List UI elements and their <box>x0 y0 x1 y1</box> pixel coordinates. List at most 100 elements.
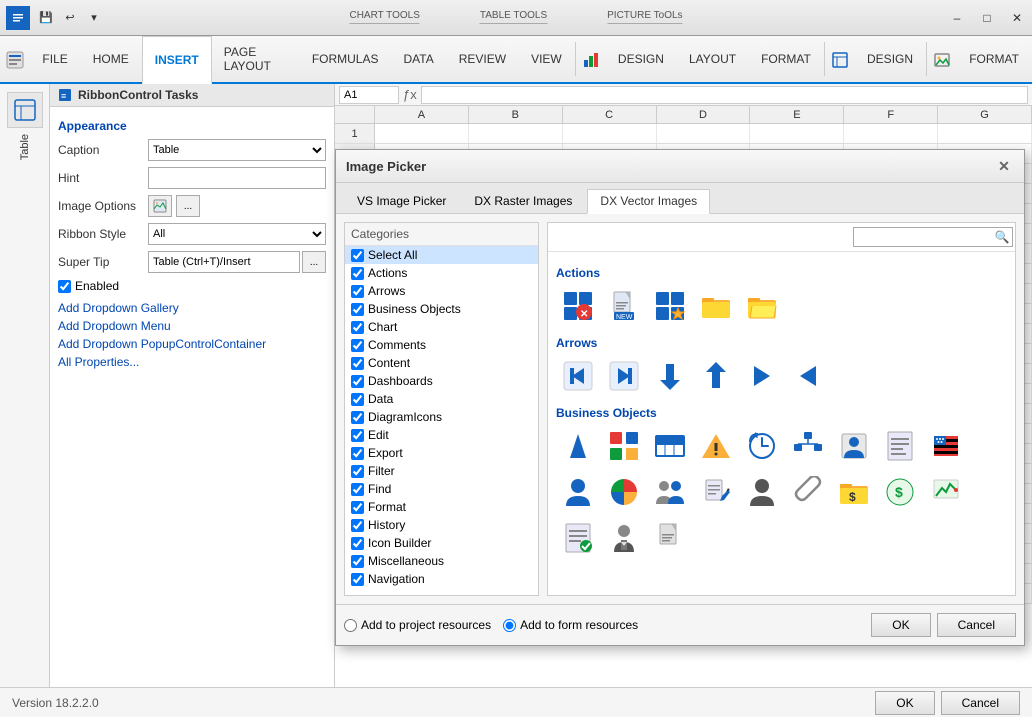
close-button[interactable]: ✕ <box>1002 0 1032 36</box>
cat-filter[interactable]: Filter <box>345 462 538 480</box>
cat-chart[interactable]: Chart <box>345 318 538 336</box>
icon-bo-user-blue[interactable] <box>556 470 600 514</box>
cat-data[interactable]: Data <box>345 390 538 408</box>
tab-format-chart[interactable]: FORMAT <box>749 36 824 82</box>
caption-select[interactable]: Table <box>148 139 326 161</box>
icon-bo-warning[interactable] <box>694 424 738 468</box>
icon-bo-edit-pencil[interactable] <box>694 470 738 514</box>
tab-dx-vector-images[interactable]: DX Vector Images <box>587 189 710 214</box>
main-ok-button[interactable]: OK <box>875 691 934 715</box>
cat-business-objects[interactable]: Business Objects <box>345 300 538 318</box>
cat-icon-builder[interactable]: Icon Builder <box>345 534 538 552</box>
icon-bo-user-suit[interactable] <box>602 516 646 560</box>
icon-folder-yellow[interactable] <box>694 284 738 328</box>
super-tip-input[interactable] <box>148 251 300 273</box>
cat-export[interactable]: Export <box>345 444 538 462</box>
cell-e1[interactable] <box>750 124 844 143</box>
icon-bo-user-dark[interactable] <box>740 470 784 514</box>
icon-bo-flag-usa[interactable] <box>924 424 968 468</box>
cat-select-all[interactable]: Select All <box>345 246 538 264</box>
icon-bo-contact[interactable] <box>832 424 876 468</box>
enabled-checkbox[interactable] <box>58 280 71 293</box>
icon-bo-chart-green[interactable] <box>924 470 968 514</box>
cat-checkbox-comments[interactable] <box>351 339 364 352</box>
cat-checkbox-export[interactable] <box>351 447 364 460</box>
add-dropdown-menu-link[interactable]: Add Dropdown Menu <box>58 319 326 333</box>
icon-arrow-prev[interactable] <box>556 354 600 398</box>
cat-edit[interactable]: Edit <box>345 426 538 444</box>
tab-dx-raster-images[interactable]: DX Raster Images <box>461 189 585 213</box>
qa-dropdown[interactable]: ▾ <box>84 8 104 28</box>
icon-bo-history[interactable] <box>740 424 784 468</box>
cat-checkbox-business-objects[interactable] <box>351 303 364 316</box>
cell-c1[interactable] <box>563 124 657 143</box>
icon-bo-document-lines[interactable] <box>878 424 922 468</box>
cell-a1[interactable] <box>375 124 469 143</box>
tab-page-layout[interactable]: PAGE LAYOUT <box>212 36 300 82</box>
tab-table-design[interactable]: DESIGN <box>855 36 926 82</box>
cat-arrows[interactable]: Arrows <box>345 282 538 300</box>
icon-bo-paperclip[interactable] <box>786 470 830 514</box>
tab-picture-format[interactable]: FORMAT <box>957 36 1032 82</box>
cat-find[interactable]: Find <box>345 480 538 498</box>
cat-miscellaneous[interactable]: Miscellaneous <box>345 552 538 570</box>
ribbon-home-icon[interactable] <box>0 36 30 84</box>
dialog-close-button[interactable]: ✕ <box>994 156 1014 176</box>
cat-checkbox-history[interactable] <box>351 519 364 532</box>
icon-grid-star[interactable] <box>648 284 692 328</box>
icon-bo-document-check[interactable] <box>556 516 600 560</box>
tab-layout[interactable]: LAYOUT <box>677 36 749 82</box>
icon-document-blank[interactable]: NEW <box>602 284 646 328</box>
cat-checkbox-filter[interactable] <box>351 465 364 478</box>
icon-bo-arrow-up[interactable] <box>556 424 600 468</box>
cat-checkbox-chart[interactable] <box>351 321 364 334</box>
cat-checkbox-find[interactable] <box>351 483 364 496</box>
cat-checkbox-format[interactable] <box>351 501 364 514</box>
radio-project-resources[interactable]: Add to project resources <box>344 618 491 632</box>
cell-g1[interactable] <box>938 124 1032 143</box>
icon-bo-org-chart[interactable] <box>786 424 830 468</box>
add-dropdown-popup-link[interactable]: Add Dropdown PopupControlContainer <box>58 337 326 351</box>
qa-save[interactable]: 💾 <box>36 8 56 28</box>
all-properties-link[interactable]: All Properties... <box>58 355 326 369</box>
hint-input[interactable] <box>148 167 326 189</box>
tab-formulas[interactable]: FORMULAS <box>300 36 392 82</box>
cat-history[interactable]: History <box>345 516 538 534</box>
cat-dashboards[interactable]: Dashboards <box>345 372 538 390</box>
main-cancel-button[interactable]: Cancel <box>941 691 1020 715</box>
cat-checkbox-navigation[interactable] <box>351 573 364 586</box>
tab-design[interactable]: DESIGN <box>606 36 677 82</box>
super-tip-more-btn[interactable]: ... <box>302 251 326 273</box>
table-button[interactable] <box>7 92 43 128</box>
icon-bo-document-gray[interactable] <box>648 516 692 560</box>
cat-actions[interactable]: Actions <box>345 264 538 282</box>
tab-file[interactable]: FILE <box>30 36 80 82</box>
tab-vs-image-picker[interactable]: VS Image Picker <box>344 189 459 213</box>
cat-checkbox-data[interactable] <box>351 393 364 406</box>
search-icon[interactable]: 🔍 <box>993 228 1011 246</box>
icon-arrow-next[interactable] <box>602 354 646 398</box>
cat-checkbox-arrows[interactable] <box>351 285 364 298</box>
icon-arrow-down-blue[interactable] <box>648 354 692 398</box>
image-options-icon-btn[interactable] <box>148 195 172 217</box>
radio-form-resources[interactable]: Add to form resources <box>503 618 638 632</box>
formula-input[interactable] <box>421 86 1028 104</box>
cat-checkbox-select-all[interactable] <box>351 249 364 262</box>
cat-diagramicons[interactable]: DiagramIcons <box>345 408 538 426</box>
icon-bo-dollar-badge[interactable]: $ <box>878 470 922 514</box>
image-options-more-btn[interactable]: ... <box>176 195 200 217</box>
icon-folder-open[interactable] <box>740 284 784 328</box>
add-dropdown-gallery-link[interactable]: Add Dropdown Gallery <box>58 301 326 315</box>
ribbon-style-select[interactable]: All <box>148 223 326 245</box>
icon-bo-grid-multi[interactable] <box>602 424 646 468</box>
cat-checkbox-miscellaneous[interactable] <box>351 555 364 568</box>
minimize-button[interactable]: – <box>942 0 972 36</box>
cat-checkbox-content[interactable] <box>351 357 364 370</box>
cat-checkbox-icon-builder[interactable] <box>351 537 364 550</box>
dialog-cancel-button[interactable]: Cancel <box>937 613 1016 637</box>
radio-form-resources-input[interactable] <box>503 619 516 632</box>
tab-review[interactable]: REVIEW <box>447 36 519 82</box>
cat-checkbox-edit[interactable] <box>351 429 364 442</box>
cell-reference-input[interactable] <box>339 86 399 104</box>
icon-bo-users[interactable] <box>648 470 692 514</box>
